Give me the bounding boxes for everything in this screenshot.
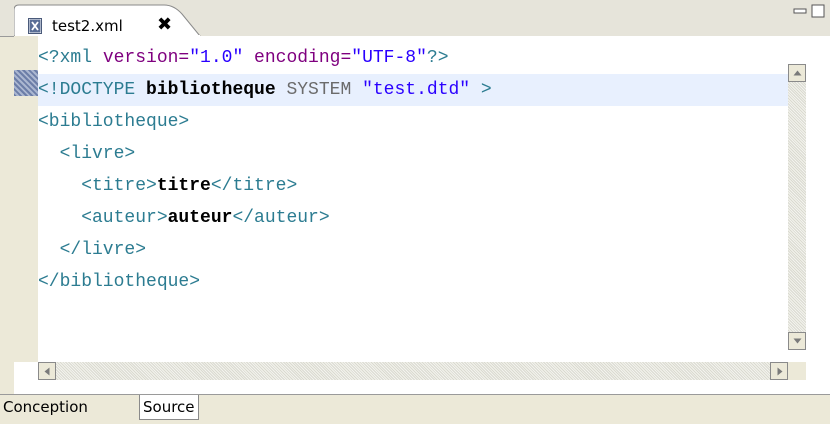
code-area[interactable]: <?xml version="1.0" encoding="UTF-8"?> <!… (38, 36, 798, 362)
tab-source[interactable]: Source (139, 395, 199, 420)
code-token: titre (156, 176, 211, 196)
code-token: </livre> (38, 240, 147, 260)
horizontal-scrollbar-track[interactable] (56, 362, 770, 380)
code-token: <titre> (38, 176, 157, 196)
tab-conception[interactable]: Conception (0, 395, 91, 420)
code-token: <livre> (38, 144, 136, 164)
code-line[interactable]: <bibliotheque> (38, 106, 798, 138)
code-token: <auteur> (38, 208, 168, 228)
code-token: "1.0" (189, 48, 244, 68)
code-token: <?xml (38, 48, 103, 68)
xml-file-icon (28, 18, 42, 34)
code-token: encoding= (243, 48, 352, 68)
source-editor[interactable]: <?xml version="1.0" encoding="UTF-8"?> <!… (14, 36, 830, 396)
vertical-ruler (14, 36, 39, 362)
editor-tab-strip: test2.xml ✖ (0, 0, 830, 37)
code-token: auteur (167, 208, 233, 228)
code-line[interactable]: <titre>titre</titre> (38, 170, 798, 202)
scroll-up-button[interactable] (788, 64, 806, 82)
code-token: bibliotheque (146, 80, 276, 100)
scroll-right-button[interactable] (770, 362, 788, 380)
code-line[interactable]: <?xml version="1.0" encoding="UTF-8"?> (38, 42, 798, 74)
code-line[interactable]: </bibliotheque> (38, 266, 798, 298)
xml-editor-window: test2.xml ✖ <?xml version="1.0" encoding… (0, 0, 830, 424)
close-icon[interactable]: ✖ (157, 14, 172, 35)
code-token: </bibliotheque> (38, 272, 201, 292)
code-token: > (470, 80, 492, 100)
code-token: <!DOCTYPE (38, 80, 147, 100)
code-token: ?> (426, 48, 449, 68)
editor-tab-label: test2.xml (52, 17, 123, 35)
code-token: "test.dtd" (362, 80, 471, 100)
editor-tab-test2-xml[interactable]: test2.xml ✖ (14, 4, 204, 37)
scroll-left-button[interactable] (38, 362, 56, 380)
code-token: <bibliotheque> (38, 112, 190, 132)
scroll-down-button[interactable] (788, 332, 806, 350)
editor-page-tabs: Conception Source (0, 394, 830, 424)
current-line-marker (14, 70, 38, 96)
code-line[interactable]: <auteur>auteur</auteur> (38, 202, 798, 234)
code-line[interactable]: </livre> (38, 234, 798, 266)
code-line[interactable]: <livre> (38, 138, 798, 170)
code-token: "UTF-8" (351, 48, 427, 68)
minimize-icon[interactable] (793, 4, 807, 22)
code-token: </auteur> (232, 208, 330, 228)
code-line[interactable]: <!DOCTYPE bibliotheque SYSTEM "test.dtd"… (38, 74, 798, 106)
vertical-scrollbar-track[interactable] (788, 82, 806, 332)
code-token: SYSTEM (275, 80, 363, 100)
code-token: </titre> (210, 176, 298, 196)
scrollbar-corner (788, 362, 806, 380)
maximize-icon[interactable] (811, 4, 825, 22)
code-token: version= (102, 48, 190, 68)
